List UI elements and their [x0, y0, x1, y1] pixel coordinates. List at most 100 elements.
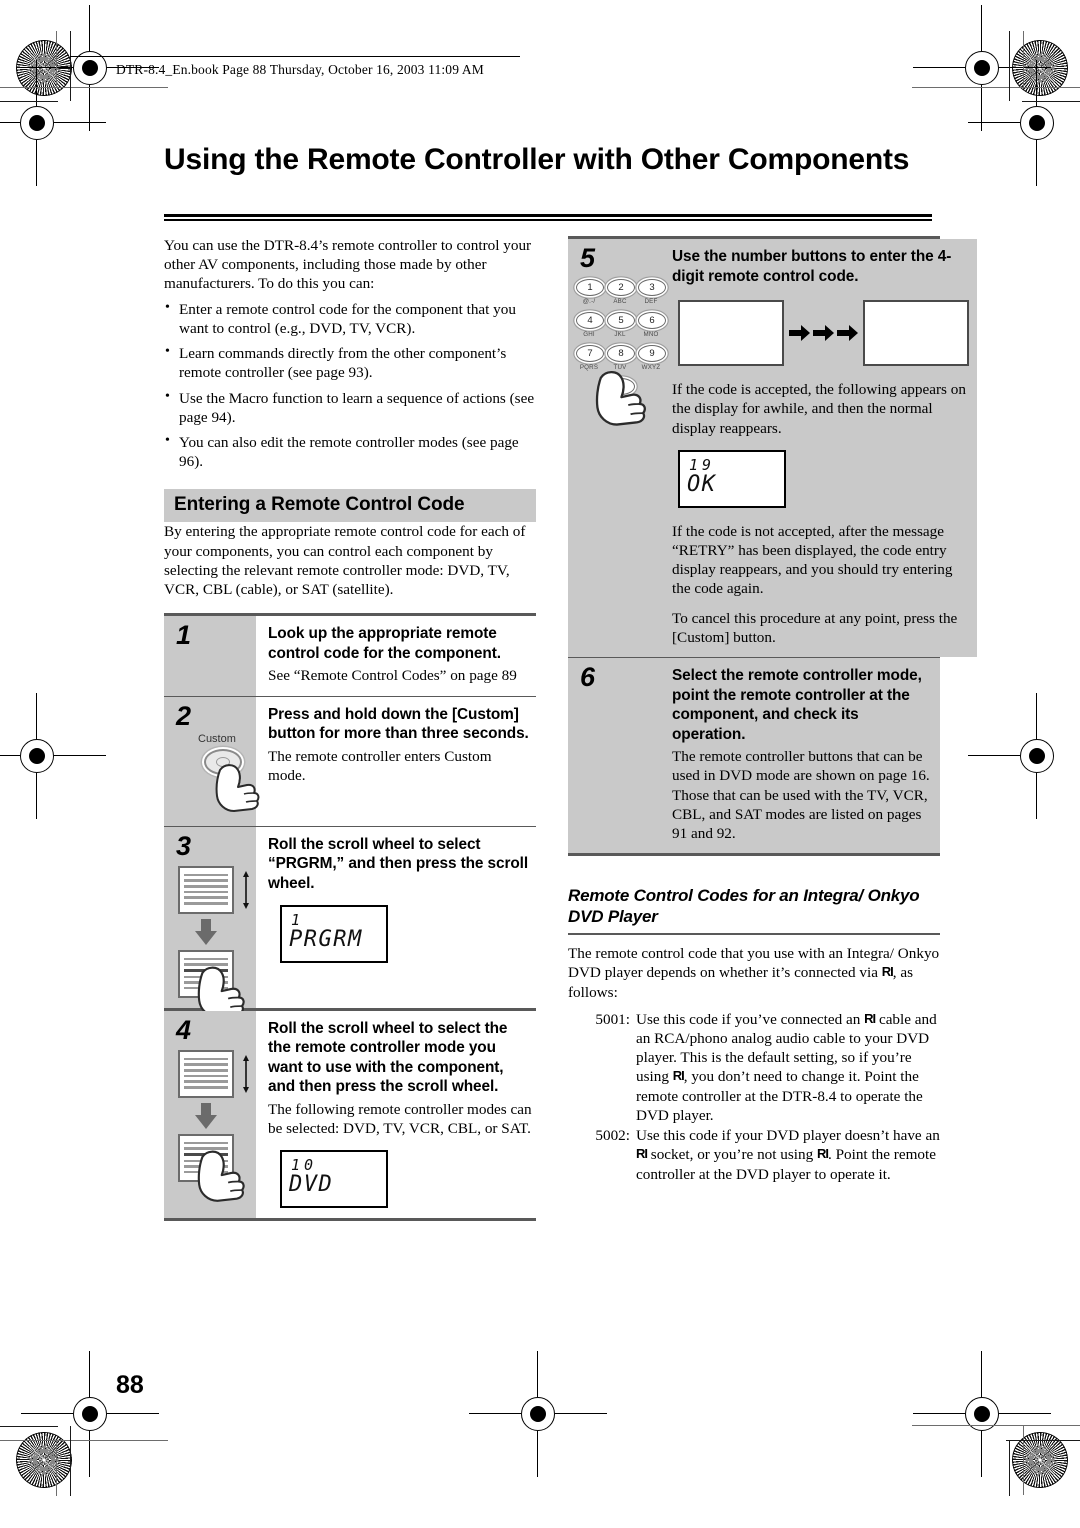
pointing-hand-icon [594, 364, 658, 428]
keypad-key-digit: 1 [576, 279, 604, 296]
keypad-key-digit: 8 [607, 345, 635, 362]
right-arrow-icon [813, 325, 834, 342]
step-body: Look up the appropriate remote control c… [256, 616, 536, 695]
step-number-cell: 4 [164, 1010, 256, 1219]
lcd-line-2: DVD [289, 1172, 334, 1198]
lcd-display-ok: 19 OK [678, 449, 786, 508]
ri-logo-icon: RI [816, 1146, 829, 1162]
right-arrow-icon [789, 325, 810, 342]
step-heading: Select the remote controller mode, point… [672, 667, 922, 743]
step-number: 4 [176, 1014, 192, 1045]
keypad-key-letters: @.-/ [582, 298, 596, 305]
step-number: 6 [580, 662, 596, 693]
right-column: 5 1 @.-/ 2 ABC 3 DEF 4 GHI 5 JKL 6 MNO 7… [568, 236, 977, 1185]
code-description: Use this code if you’ve connected an RI … [636, 1010, 940, 1125]
code-item-5002: 5002: Use this code if your DVD player d… [568, 1126, 940, 1184]
list-item: Enter a remote control code for the comp… [164, 299, 536, 338]
codes-section-rule [568, 932, 940, 936]
steps-table-left: 1 Look up the appropriate remote control… [164, 613, 536, 1222]
list-item: Use the Macro function to learn a sequen… [164, 388, 536, 427]
keypad-row: 4 GHI 5 JKL 6 MNO [576, 312, 666, 338]
keypad-key-digit: 2 [607, 279, 635, 296]
lcd-line-2: OK [687, 471, 717, 497]
code-text-b: socket, or you’re not using [647, 1146, 817, 1164]
code-description: Use this code if your DVD player doesn’t… [636, 1126, 940, 1184]
ri-logo-icon: RI [881, 964, 894, 980]
intro-bullet-list: Enter a remote control code for the comp… [164, 299, 536, 472]
step5-paragraph-cancel: To cancel this procedure at any point, p… [672, 609, 958, 646]
step-heading: Roll the scroll wheel to select the the … [268, 1019, 508, 1096]
step-body: Use the number buttons to enter the 4-di… [660, 239, 977, 658]
list-item: Learn commands directly from the other c… [164, 343, 536, 382]
number-keypad-illustration: 1 @.-/ 2 ABC 3 DEF 4 GHI 5 JKL 6 MNO 7 PQRS 8 TU… [576, 279, 666, 426]
keypad-key-digit: 3 [638, 279, 666, 296]
step-row-4: 4 Roll the scroll wheel to select the th… [164, 1010, 536, 1222]
step-number: 5 [580, 243, 596, 273]
step-body: Roll the scroll wheel to select “PRGRM,”… [256, 827, 536, 1008]
step-number: 1 [176, 620, 192, 651]
keypad-key-digit: 6 [638, 312, 666, 329]
step-body: Roll the scroll wheel to select the the … [256, 1011, 536, 1219]
step-heading: Look up the appropriate remote control c… [268, 625, 501, 662]
keypad-key-digit: 9 [638, 345, 666, 362]
step-number-cell: 6 [568, 658, 660, 854]
codes-section-paragraph: The remote control code that you use wit… [568, 944, 940, 1002]
ri-logo-icon: RI [636, 1146, 648, 1162]
section-heading: Entering a Remote Control Code [164, 489, 536, 523]
down-arrow-icon [195, 1102, 217, 1129]
keypad-key-5[interactable]: 5 JKL [607, 312, 635, 338]
step-body: Press and hold down the [Custom] button … [256, 697, 536, 826]
step-subtext: The remote controller buttons that can b… [672, 748, 930, 842]
step-number-cell: 2 Custom [164, 696, 260, 826]
pointing-hand-icon [214, 758, 270, 814]
keypad-key-letters: ABC [613, 298, 627, 305]
step-number-cell: 3 [164, 826, 256, 1018]
step5-paragraph-rejected: If the code is not accepted, after the m… [672, 522, 953, 598]
keypad-key-letters: DEF [644, 298, 658, 305]
left-column: You can use the DTR-8.4’s remote control… [164, 236, 536, 1222]
lcd-display-empty-before [678, 300, 784, 367]
step-heading: Press and hold down the [Custom] button … [268, 705, 529, 743]
keypad-key-2[interactable]: 2 ABC [607, 279, 635, 305]
keypad-key-1[interactable]: 1 @.-/ [576, 279, 604, 305]
step-number: 2 [176, 700, 192, 731]
intro-paragraph: You can use the DTR-8.4’s remote control… [164, 237, 532, 293]
keypad-key-digit: 4 [576, 312, 604, 329]
step-row-1: 1 Look up the appropriate remote control… [164, 616, 536, 697]
step-row-3: 3 Roll the scroll wheel to select “PRGRM… [164, 826, 536, 1018]
lcd-display-prgrm: 1 PRGRM [280, 905, 388, 964]
lcd-line-2: PRGRM [289, 927, 363, 953]
keypad-key-3[interactable]: 3 DEF [638, 279, 666, 305]
transition-arrows [789, 324, 858, 342]
keypad-key-4[interactable]: 4 GHI [576, 312, 604, 338]
keypad-key-letters: JKL [614, 331, 626, 338]
step-number-cell: 5 1 @.-/ 2 ABC 3 DEF 4 GHI 5 JKL 6 MNO 7… [568, 239, 666, 658]
steps-table-right: 5 1 @.-/ 2 ABC 3 DEF 4 GHI 5 JKL 6 MNO 7… [568, 236, 977, 857]
ri-logo-icon: RI [672, 1068, 685, 1084]
code-entry-display-sequence [678, 300, 969, 367]
code-text-a: Use this code if your DVD player doesn’t… [636, 1127, 940, 1145]
keypad-key-digit: 7 [576, 345, 604, 362]
step5-paragraph-accepted: If the code is accepted, the following a… [672, 381, 966, 437]
page-title: Using the Remote Controller with Other C… [164, 143, 910, 176]
step-number-cell: 1 [164, 616, 256, 696]
step-row-5: 5 1 @.-/ 2 ABC 3 DEF 4 GHI 5 JKL 6 MNO 7… [568, 239, 977, 659]
page-number: 88 [116, 1371, 144, 1399]
keypad-key-letters: MNO [643, 331, 659, 338]
step-number: 3 [176, 830, 192, 861]
keypad-key-letters: GHI [583, 331, 595, 338]
title-rule [164, 214, 932, 221]
down-arrow-icon [195, 918, 217, 945]
code-item-5001: 5001: Use this code if you’ve connected … [568, 1010, 940, 1125]
scroll-wheel-illustration [178, 865, 256, 1018]
step-row-6: 6 Select the remote controller mode, poi… [568, 658, 940, 857]
step-row-2: 2 Custom Press and hold down the [Custom… [164, 696, 536, 827]
scroll-wheel-icon [178, 865, 234, 914]
pointing-hand-icon [196, 1144, 256, 1204]
page-content: Using the Remote Controller with Other C… [0, 0, 1080, 1528]
lcd-display-dvd: 10 DVD [280, 1150, 388, 1209]
lcd-display-empty-after [863, 300, 969, 367]
right-arrow-icon [837, 325, 858, 342]
ri-logo-icon: RI [864, 1010, 876, 1026]
keypad-key-6[interactable]: 6 MNO [638, 312, 666, 338]
